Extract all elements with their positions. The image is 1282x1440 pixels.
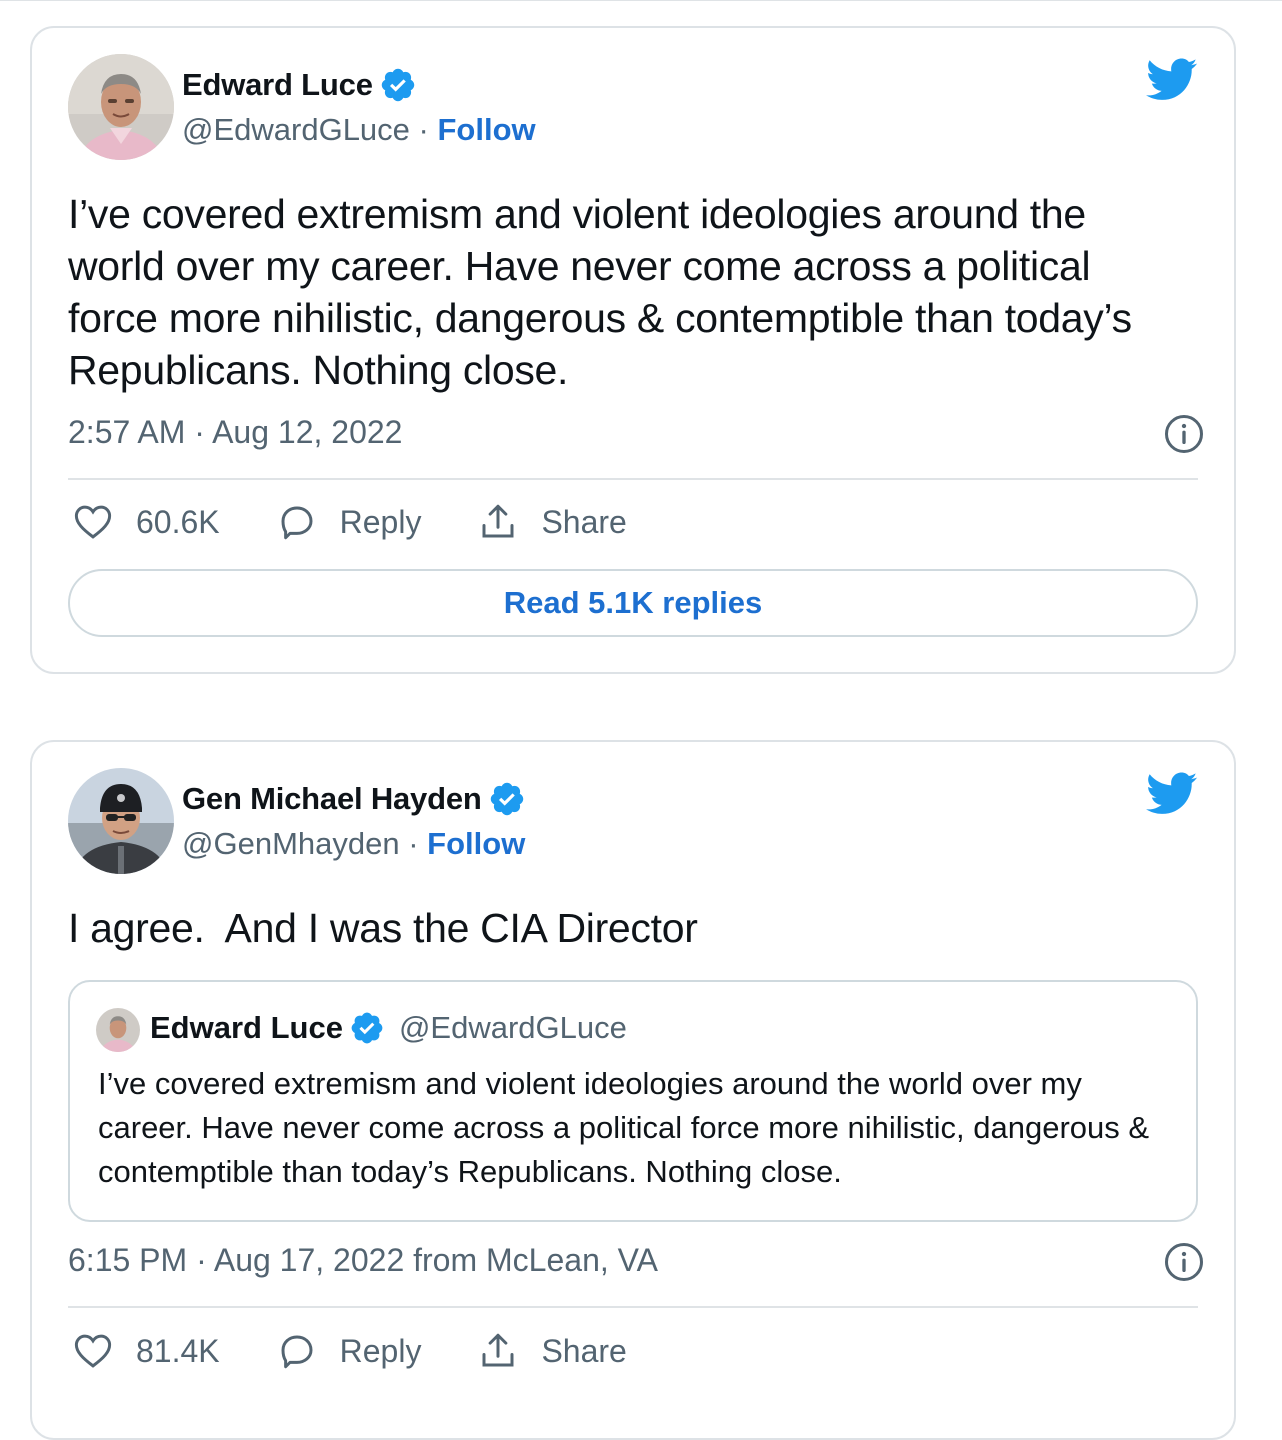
quoted-avatar (96, 1008, 140, 1052)
heart-icon (74, 505, 112, 539)
divider (68, 1306, 1198, 1308)
quoted-tweet-text: I’ve covered extremism and violent ideol… (98, 1066, 1150, 1189)
avatar[interactable] (68, 54, 174, 160)
share-button[interactable]: Share (477, 1330, 627, 1372)
reply-label: Reply (339, 503, 422, 540)
follow-button[interactable]: Follow (427, 826, 525, 861)
tweet-timestamp[interactable]: 2:57 AM · Aug 12, 2022 (68, 414, 402, 451)
author-name[interactable]: Gen Michael Hayden (182, 781, 482, 817)
separator: · (399, 826, 428, 861)
author-handle[interactable]: @GenMhayden (182, 826, 400, 861)
like-count: 60.6K (136, 503, 220, 540)
like-button[interactable]: 81.4K (72, 1330, 220, 1372)
tweet-card-edward-luce: Edward Luce @EdwardGLuce · Follow I’ve c… (30, 26, 1236, 674)
reply-icon (281, 506, 313, 540)
twitter-bird-icon[interactable] (1146, 58, 1198, 102)
info-icon[interactable] (1164, 414, 1204, 454)
read-replies-button[interactable]: Read 5.1K replies (68, 569, 1198, 637)
separator: · (409, 112, 438, 147)
author-line: Edward Luce (182, 66, 417, 104)
quoted-tweet[interactable]: Edward Luce @EdwardGLuce I’ve covered ex… (68, 980, 1198, 1222)
handle-line: @GenMhayden · Follow (182, 826, 525, 862)
twitter-bird-icon[interactable] (1146, 772, 1198, 816)
quoted-author-line: Edward Luce @EdwardGLuce (150, 1010, 627, 1046)
tweet-text: I’ve covered extremism and violent ideol… (68, 191, 1132, 393)
info-icon[interactable] (1164, 1242, 1204, 1282)
top-divider (0, 0, 1282, 1)
share-icon (482, 1333, 514, 1367)
author-line: Gen Michael Hayden (182, 780, 526, 818)
share-label: Share (541, 503, 627, 540)
quoted-author-name: Edward Luce (150, 1010, 343, 1045)
divider (68, 478, 1198, 480)
author-name[interactable]: Edward Luce (182, 67, 373, 103)
follow-button[interactable]: Follow (437, 112, 535, 147)
reply-button[interactable]: Reply (276, 501, 422, 543)
reply-icon (281, 1335, 313, 1369)
like-button[interactable]: 60.6K (72, 501, 220, 543)
tweet-card-michael-hayden: Gen Michael Hayden @GenMhayden · Follow … (30, 740, 1236, 1440)
tweet-timestamp[interactable]: 6:15 PM · Aug 17, 2022 from McLean, VA (68, 1242, 658, 1279)
handle-line: @EdwardGLuce · Follow (182, 112, 536, 148)
verified-badge-icon (351, 1012, 383, 1044)
action-bar: 81.4K Reply Share (72, 1330, 683, 1372)
reply-label: Reply (339, 1332, 422, 1369)
tweet-text: I agree. And I was the CIA Director (68, 905, 698, 951)
share-label: Share (541, 1332, 627, 1369)
action-bar: 60.6K Reply Share (72, 501, 683, 543)
author-handle[interactable]: @EdwardGLuce (182, 112, 410, 147)
share-button[interactable]: Share (477, 501, 627, 543)
verified-badge-icon (381, 68, 414, 102)
avatar[interactable] (68, 768, 174, 874)
verified-badge-icon (490, 782, 523, 816)
reply-button[interactable]: Reply (276, 1330, 422, 1372)
quoted-author-handle: @EdwardGLuce (398, 1010, 627, 1045)
heart-icon (74, 1334, 112, 1368)
share-icon (482, 504, 514, 538)
like-count: 81.4K (136, 1332, 220, 1369)
